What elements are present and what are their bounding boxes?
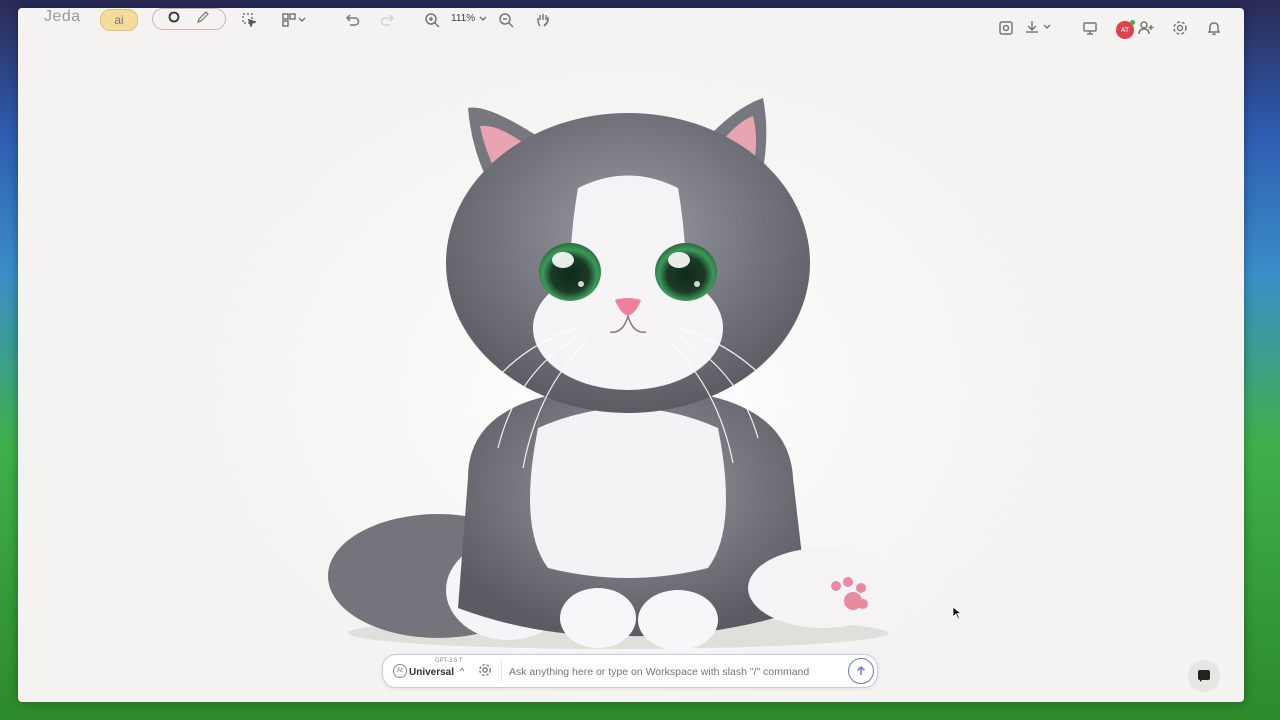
ai-model-icon: AI xyxy=(393,664,407,678)
present-icon[interactable] xyxy=(1082,20,1098,36)
layout-icon[interactable] xyxy=(282,13,306,27)
ai-prompt-bar: AI GPT-3.5 T Universal ^ xyxy=(382,654,878,688)
circle-tool-icon[interactable] xyxy=(168,10,180,28)
kitten-illustration[interactable] xyxy=(18,8,1244,702)
bell-icon[interactable] xyxy=(1206,20,1222,36)
select-icon[interactable] xyxy=(242,13,256,27)
download-icon[interactable] xyxy=(1024,19,1054,35)
ai-button[interactable]: ai xyxy=(100,9,138,31)
add-user-icon[interactable] xyxy=(1138,20,1154,36)
prompt-settings-icon[interactable] xyxy=(478,663,492,677)
help-chat-button[interactable] xyxy=(1188,660,1220,692)
model-version-tag: GPT-3.5 T xyxy=(435,658,463,664)
pen-tool-icon[interactable] xyxy=(196,10,210,29)
chevron-up-icon[interactable]: ^ xyxy=(460,666,464,676)
drawing-tools-group[interactable] xyxy=(152,8,226,30)
hand-icon[interactable] xyxy=(535,12,551,28)
top-toolbar: Jeda ai 111% AT xyxy=(18,8,1244,46)
zoom-level[interactable]: 111% xyxy=(451,13,475,24)
send-button[interactable] xyxy=(848,658,874,684)
mouse-cursor-icon xyxy=(952,606,962,620)
image-search-icon[interactable] xyxy=(998,20,1014,36)
zoom-in-icon[interactable] xyxy=(424,12,440,28)
user-avatar[interactable]: AT xyxy=(1116,20,1135,39)
arrow-up-icon xyxy=(856,665,866,675)
prompt-input[interactable] xyxy=(507,662,843,682)
app-logo[interactable]: Jeda xyxy=(44,8,81,26)
undo-icon[interactable] xyxy=(344,12,360,28)
user-initials: AT xyxy=(1120,26,1130,34)
chevron-down-icon[interactable] xyxy=(478,14,488,24)
app-window: Jeda ai 111% AT AI GPT-3.5 T Universal ^… xyxy=(18,8,1244,702)
divider xyxy=(501,661,502,681)
zoom-out-icon[interactable] xyxy=(498,12,514,28)
model-selector[interactable]: Universal xyxy=(409,667,454,678)
online-status-dot xyxy=(1130,20,1135,25)
redo-icon[interactable] xyxy=(380,12,396,28)
settings-icon[interactable] xyxy=(1172,20,1188,36)
chat-bubble-icon xyxy=(1198,670,1210,682)
